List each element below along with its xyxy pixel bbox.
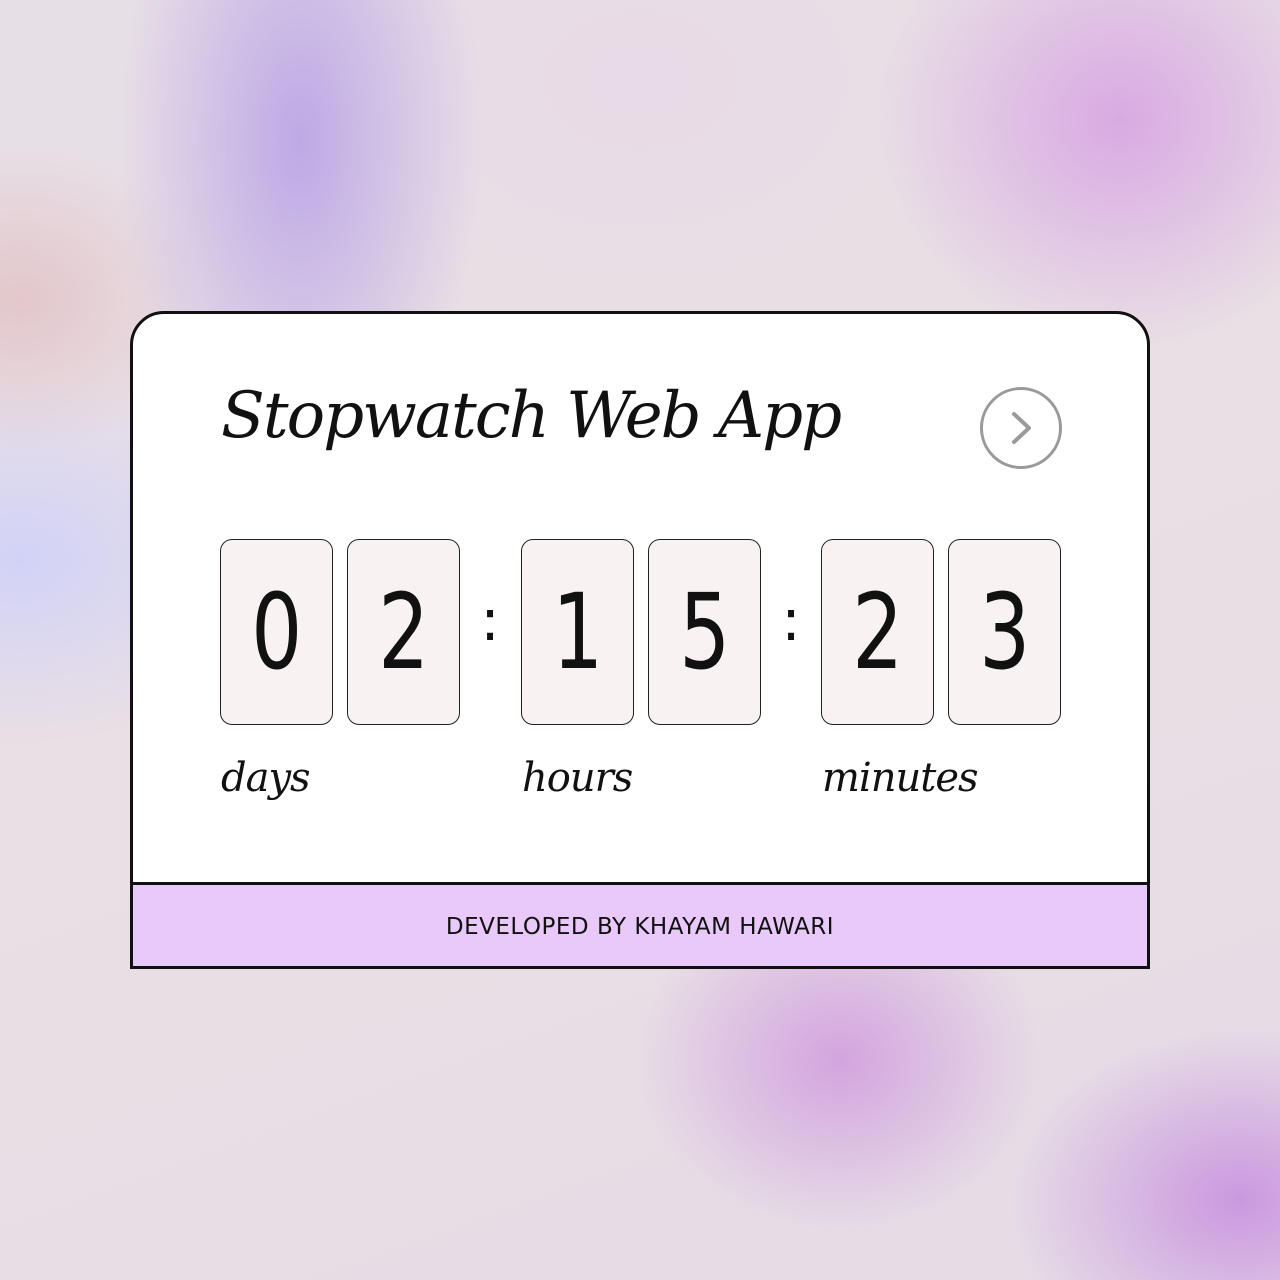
minutes-digit-tens: 2 — [821, 539, 934, 725]
page-title: Stopwatch Web App — [221, 379, 842, 453]
digit-value: 2 — [377, 571, 430, 693]
hours-label: hours — [522, 755, 633, 801]
digit-value: 5 — [678, 571, 731, 693]
days-label: days — [221, 755, 311, 801]
time-separator: : — [480, 586, 500, 654]
digit-value: 3 — [978, 571, 1031, 693]
developer-credit: DEVELOPED BY KHAYAM HAWARI — [445, 914, 835, 940]
hours-digit-ones: 5 — [648, 539, 761, 725]
stopwatch-card: Stopwatch Web App 0 2 : 1 5 : 2 3 days h… — [130, 311, 1150, 969]
days-digit-tens: 0 — [220, 539, 333, 725]
digit-value: 1 — [551, 571, 604, 693]
digit-value: 2 — [851, 571, 904, 693]
next-button[interactable] — [980, 387, 1062, 469]
minutes-label: minutes — [822, 755, 979, 801]
minutes-digit-ones: 3 — [948, 539, 1061, 725]
days-digit-ones: 2 — [347, 539, 460, 725]
chevron-right-icon — [1012, 412, 1031, 444]
digit-value: 0 — [250, 571, 303, 693]
footer-bar: DEVELOPED BY KHAYAM HAWARI — [133, 882, 1147, 966]
time-separator: : — [781, 586, 801, 654]
hours-digit-tens: 1 — [521, 539, 634, 725]
